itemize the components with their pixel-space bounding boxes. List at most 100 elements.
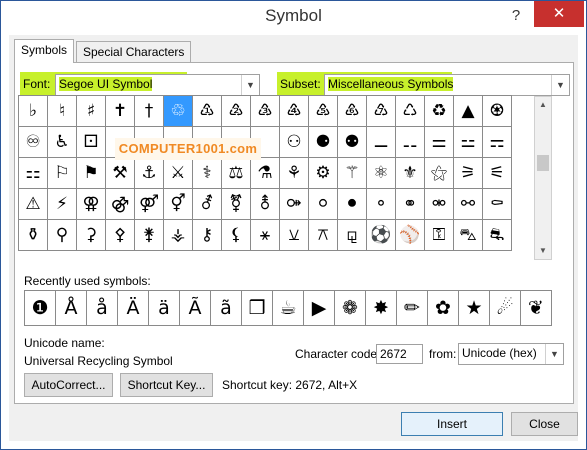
symbol-cell[interactable]: ⚸ <box>222 220 251 251</box>
close-button[interactable]: Close <box>511 412 578 436</box>
from-combo[interactable]: Unicode (hex) ▼ <box>458 343 564 365</box>
recent-symbol-cell[interactable]: å <box>87 291 118 326</box>
recent-symbol-cell[interactable]: ☄ <box>490 291 521 326</box>
symbol-cell[interactable]: ♸ <box>338 96 367 127</box>
symbol-cell[interactable]: ⚼ <box>338 220 367 251</box>
symbol-cell[interactable]: ⚳ <box>77 220 106 251</box>
symbol-cell[interactable]: ⚜ <box>396 158 425 189</box>
scrollbar-thumb[interactable] <box>537 155 549 171</box>
symbol-cell[interactable]: ⚻ <box>309 220 338 251</box>
symbol-cell[interactable]: ⚎ <box>483 127 512 158</box>
autocorrect-button[interactable]: AutoCorrect... <box>24 373 113 397</box>
recent-symbol-cell[interactable]: ▶ <box>304 291 335 326</box>
recent-symbol-cell[interactable]: ❦ <box>521 291 552 326</box>
recent-symbol-cell[interactable]: ❶ <box>25 291 56 326</box>
symbol-cell[interactable]: ⚍ <box>454 127 483 158</box>
symbol-cell[interactable]: ⚕ <box>193 158 222 189</box>
symbol-cell[interactable]: ⚽ <box>367 220 396 251</box>
symbol-cell[interactable]: ♷ <box>309 96 338 127</box>
recent-symbol-cell[interactable]: ☕ <box>273 291 304 326</box>
recent-symbol-cell[interactable]: Ä <box>118 291 149 326</box>
symbol-cell[interactable]: ⚣ <box>106 189 135 220</box>
tab-symbols[interactable]: Symbols <box>14 39 75 63</box>
symbol-cell[interactable]: ▲ <box>454 96 483 127</box>
symbol-cell[interactable]: ⚨ <box>251 189 280 220</box>
symbol-cell[interactable]: ⚲ <box>48 220 77 251</box>
symbol-cell[interactable]: ⚞ <box>454 158 483 189</box>
symbol-cell[interactable]: ♾ <box>19 127 48 158</box>
symbol-cell[interactable]: ⚾ <box>396 220 425 251</box>
symbol-cell[interactable]: ♴ <box>222 96 251 127</box>
symbol-cell[interactable]: ⚇ <box>280 127 309 158</box>
symbol-cell[interactable]: ♭ <box>19 96 48 127</box>
recent-symbol-cell[interactable]: ä <box>149 291 180 326</box>
symbol-cell[interactable]: ♮ <box>48 96 77 127</box>
help-button[interactable]: ? <box>503 3 529 29</box>
chevron-down-icon[interactable]: ▼ <box>551 75 569 95</box>
symbol-cell[interactable]: ⚒ <box>106 158 135 189</box>
symbol-cell[interactable]: ⚓ <box>135 158 164 189</box>
recent-symbol-cell[interactable]: ã <box>211 291 242 326</box>
symbol-cell[interactable]: ✝ <box>106 96 135 127</box>
recent-symbol-cell[interactable]: ✏ <box>397 291 428 326</box>
symbol-cell[interactable]: ⚟ <box>483 158 512 189</box>
symbol-cell[interactable]: ⚘ <box>280 158 309 189</box>
symbol-cell[interactable]: † <box>135 96 164 127</box>
symbol-cell[interactable]: ⚊ <box>367 127 396 158</box>
tab-special-characters[interactable]: Special Characters <box>76 41 192 62</box>
character-code-input[interactable]: 2672 <box>376 344 423 364</box>
symbol-cell[interactable]: ⚖ <box>222 158 251 189</box>
symbol-cell[interactable]: ⚯ <box>454 189 483 220</box>
symbol-cell[interactable]: ⚔ <box>164 158 193 189</box>
symbol-cell[interactable]: ♳ <box>193 96 222 127</box>
symbol-cell[interactable]: ⚭ <box>396 189 425 220</box>
chevron-down-icon[interactable]: ▼ <box>545 344 563 364</box>
symbol-cell[interactable]: ⚗ <box>251 158 280 189</box>
symbol-cell[interactable]: ⚴ <box>106 220 135 251</box>
symbol-cell[interactable]: ⚫ <box>338 189 367 220</box>
symbol-cell[interactable]: ⚺ <box>280 220 309 251</box>
subset-combo[interactable]: Miscellaneous Symbols ▼ <box>324 74 570 96</box>
recent-symbol-cell[interactable]: ✸ <box>366 291 397 326</box>
symbol-cell[interactable]: ⚋ <box>396 127 425 158</box>
symbol-cell[interactable]: ⚀ <box>77 127 106 158</box>
symbol-cell[interactable]: ⚛ <box>367 158 396 189</box>
symbol-cell[interactable]: ⚦ <box>193 189 222 220</box>
symbol-cell[interactable]: ♻ <box>425 96 454 127</box>
symbol-cell[interactable]: ⚤ <box>135 189 164 220</box>
symbol-cell[interactable]: ⚮ <box>425 189 454 220</box>
symbol-cell[interactable]: ⚥ <box>164 189 193 220</box>
recent-symbol-cell[interactable]: ★ <box>459 291 490 326</box>
symbol-cell[interactable]: ⛍ <box>454 220 483 251</box>
symbol-cell[interactable]: ⚹ <box>251 220 280 251</box>
symbol-cell[interactable]: ⚏ <box>19 158 48 189</box>
symbol-cell[interactable]: ⚙ <box>309 158 338 189</box>
symbol-cell[interactable]: ⚌ <box>425 127 454 158</box>
close-window-button[interactable]: ✕ <box>534 1 584 27</box>
insert-button[interactable]: Insert <box>401 412 503 436</box>
symbol-cell[interactable]: ♵ <box>251 96 280 127</box>
symbol-cell[interactable]: ♶ <box>280 96 309 127</box>
symbol-cell[interactable]: ♺ <box>396 96 425 127</box>
recent-symbol-cell[interactable]: Ã <box>180 291 211 326</box>
symbol-cell[interactable]: ⚝ <box>425 158 454 189</box>
symbol-cell[interactable]: ⚩ <box>280 189 309 220</box>
symbol-cell[interactable]: ♯ <box>77 96 106 127</box>
symbol-cell[interactable]: ⚧ <box>222 189 251 220</box>
font-combo[interactable]: Segoe UI Symbol ▼ <box>55 74 260 96</box>
symbol-cell[interactable]: ⚐ <box>48 158 77 189</box>
recent-symbol-cell[interactable]: ✿ <box>428 291 459 326</box>
symbol-cell[interactable]: ⛐ <box>483 220 512 251</box>
symbol-cell[interactable]: ⚶ <box>164 220 193 251</box>
symbol-cell[interactable]: ⚷ <box>193 220 222 251</box>
symbol-cell[interactable]: ♼ <box>483 96 512 127</box>
symbol-cell[interactable]: ⚚ <box>338 158 367 189</box>
recent-symbol-cell[interactable]: ❒ <box>242 291 273 326</box>
scroll-down-icon[interactable]: ▼ <box>535 243 551 259</box>
symbol-cell[interactable]: ♹ <box>367 96 396 127</box>
recent-symbol-cell[interactable]: ❁ <box>335 291 366 326</box>
symbol-grid-scrollbar[interactable]: ▲ ▼ <box>534 96 552 260</box>
symbol-cell[interactable]: ♿ <box>48 127 77 158</box>
symbol-cell[interactable]: ⚱ <box>19 220 48 251</box>
symbol-cell[interactable]: ⚬ <box>367 189 396 220</box>
